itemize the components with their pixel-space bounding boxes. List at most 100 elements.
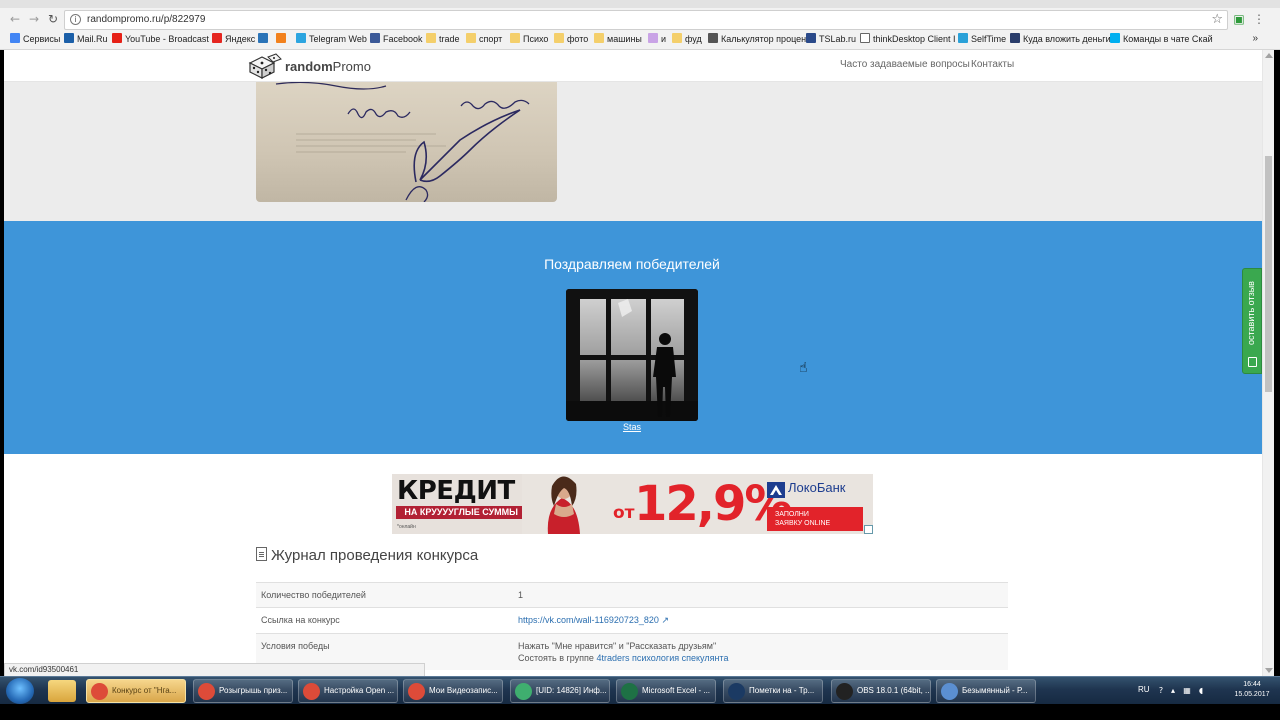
address-bar[interactable]: i randompromo.ru/p/822979 ☆: [64, 10, 1228, 30]
adchoices-icon[interactable]: [864, 525, 873, 534]
taskbar-window-button[interactable]: Безымянный - Р...: [936, 679, 1036, 703]
bookmark-icon: [296, 33, 306, 43]
bookmark-star-icon[interactable]: ☆: [1211, 12, 1223, 27]
bookmark-item[interactable]: trade: [426, 32, 460, 46]
network-icon[interactable]: ▦: [1182, 686, 1192, 696]
bookmark-item[interactable]: фото: [554, 32, 588, 46]
bookmark-item[interactable]: YouTube - Broadcast: [112, 32, 209, 46]
taskbar-window-label: Пометки на - Тр...: [749, 686, 815, 695]
row-key: Ссылка на конкурс: [256, 607, 513, 634]
taskbar-window-button[interactable]: [UID: 14826] Инф...: [510, 679, 610, 703]
bookmark-item[interactable]: машины: [594, 32, 642, 46]
bookmark-item[interactable]: Сервисы: [10, 32, 60, 46]
scroll-up-arrow[interactable]: [1265, 53, 1273, 58]
bookmark-item[interactable]: и: [648, 32, 666, 46]
taskbar-window-button[interactable]: OBS 18.0.1 (64bit, ...: [831, 679, 931, 703]
winner-name-link[interactable]: Stas: [566, 422, 698, 432]
bookmark-item[interactable]: Куда вложить деньги: [1010, 32, 1111, 46]
scroll-down-arrow[interactable]: [1265, 668, 1273, 673]
nav-contacts-link[interactable]: Контакты: [971, 59, 1014, 70]
bookmarks-overflow-button[interactable]: »: [1252, 32, 1258, 46]
bookmark-item[interactable]: Mail.Ru: [64, 32, 108, 46]
bookmark-item[interactable]: thinkDesktop Client I: [860, 32, 956, 46]
reload-icon[interactable]: ↻: [46, 12, 60, 26]
bookmark-label: TSLab.ru: [819, 34, 857, 44]
bookmark-label: Telegram Web: [309, 34, 367, 44]
logo-text: randomPromo: [285, 59, 371, 74]
address-url[interactable]: randompromo.ru/p/822979: [87, 14, 205, 25]
bookmark-item[interactable]: TSLab.ru: [806, 32, 856, 46]
bookmark-item[interactable]: [258, 32, 271, 46]
system-tray: RU ? ▴ ▦ ◖ 16:44 15.05.2017: [1130, 677, 1280, 705]
row-value: 1: [513, 582, 1008, 608]
forward-icon[interactable]: →: [27, 12, 41, 26]
taskbar-window-button[interactable]: Конкурс от "Нга...: [86, 679, 186, 703]
ad-subline: НА КРУУУУГЛЫЕ СУММЫ: [396, 506, 522, 519]
proof-section: [4, 82, 1262, 221]
bookmark-label: Команды в чате Скай: [1123, 34, 1213, 44]
bookmark-item[interactable]: Facebook: [370, 32, 423, 46]
page-scrollbar[interactable]: [1262, 50, 1274, 676]
ad-cta-button[interactable]: ЗАПОЛНИ ЗАЯВКУ ONLINE: [767, 507, 863, 531]
row-key: Количество победителей: [256, 582, 513, 608]
bookmark-item[interactable]: [276, 32, 289, 46]
taskbar-window-label: [UID: 14826] Инф...: [536, 686, 607, 695]
tray-expand-icon[interactable]: ▴: [1168, 686, 1178, 696]
bookmark-label: и: [661, 34, 667, 44]
app-icon: [91, 683, 108, 700]
bookmark-item[interactable]: фуд: [672, 32, 702, 46]
taskbar-window-button[interactable]: Мои Видеозапис...: [403, 679, 503, 703]
ad-rate-prefix: от: [613, 503, 635, 523]
language-indicator[interactable]: RU: [1138, 685, 1150, 694]
bookmark-label: Сервисы: [23, 34, 61, 44]
taskbar-window-button[interactable]: Розыгрышь приз...: [193, 679, 293, 703]
group-link[interactable]: 4traders психология спекулянта: [596, 653, 728, 663]
site-info-icon[interactable]: i: [70, 14, 81, 25]
site-header: randomPromo Часто задаваемые вопросы Кон…: [4, 50, 1262, 82]
web-page: randomPromo Часто задаваемые вопросы Кон…: [4, 50, 1262, 676]
volume-icon[interactable]: ◖: [1196, 686, 1206, 696]
extension-icon[interactable]: ▣: [1232, 12, 1246, 26]
bookmark-item[interactable]: Команды в чате Скай: [1110, 32, 1213, 46]
bookmark-item[interactable]: спорт: [466, 32, 502, 46]
bookmark-label: спорт: [479, 34, 503, 44]
ad-cta-line1: ЗАПОЛНИ: [775, 511, 809, 518]
journal-table: Количество победителей 1 Ссылка на конку…: [256, 582, 1008, 670]
bookmark-item[interactable]: Telegram Web: [296, 32, 367, 46]
taskbar-window-button[interactable]: Пометки на - Тр...: [723, 679, 823, 703]
bookmark-item[interactable]: SelfTime: [958, 32, 1006, 46]
ad-banner[interactable]: КРЕДИТ НА КРУУУУГЛЫЕ СУММЫ *онлайн от 12…: [392, 474, 873, 534]
taskbar-window-button[interactable]: Microsoft Excel - ...: [616, 679, 716, 703]
tray-help-icon[interactable]: ?: [1156, 686, 1166, 696]
feedback-icon: [1248, 357, 1257, 367]
ad-model-image: [526, 474, 606, 534]
bookmark-icon: [426, 33, 436, 43]
bookmark-label: trade: [439, 34, 460, 44]
table-row: Ссылка на конкурс https://vk.com/wall-11…: [256, 607, 1008, 634]
winner-avatar[interactable]: [566, 289, 698, 421]
site-logo[interactable]: randomPromo: [246, 52, 386, 80]
bookmark-item[interactable]: Психо: [510, 32, 548, 46]
explorer-quicklaunch-icon[interactable]: [48, 680, 76, 702]
bookmark-item[interactable]: Яндекс: [212, 32, 255, 46]
dice-logo-icon: [248, 53, 282, 79]
feedback-tab[interactable]: оставить отзыв: [1242, 268, 1262, 374]
bookmark-item[interactable]: Калькулятор процен: [708, 32, 806, 46]
app-icon: [728, 683, 745, 700]
bookmark-icon: [258, 33, 268, 43]
taskbar-window-label: Microsoft Excel - ...: [642, 686, 711, 695]
start-button[interactable]: [6, 678, 34, 704]
scroll-thumb[interactable]: [1265, 156, 1272, 392]
nav-faq-link[interactable]: Часто задаваемые вопросы: [840, 59, 970, 70]
contest-link[interactable]: https://vk.com/wall-116920723_820: [518, 615, 659, 625]
clock[interactable]: 16:44 15.05.2017: [1230, 680, 1274, 700]
bookmark-icon: [806, 33, 816, 43]
taskbar-window-button[interactable]: Настройка Open ...: [298, 679, 398, 703]
external-link-icon[interactable]: ↗: [661, 616, 669, 626]
journal-heading: Журнал проведения конкурса: [256, 547, 478, 564]
bookmark-icon: [594, 33, 604, 43]
journal-title-text: Журнал проведения конкурса: [271, 547, 479, 564]
row-value: https://vk.com/wall-116920723_820 ↗: [513, 607, 1008, 634]
menu-icon[interactable]: ⋮: [1252, 12, 1266, 26]
back-icon[interactable]: ←: [8, 12, 22, 26]
